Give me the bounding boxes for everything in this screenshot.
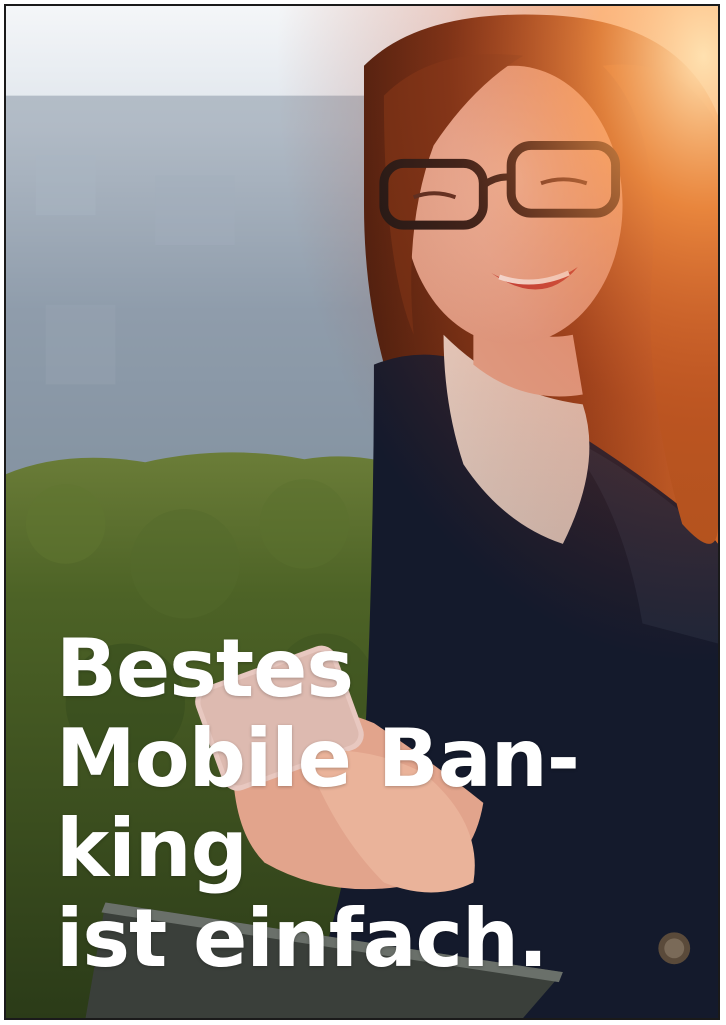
- ad-frame: Bestes Mobile Ban- king ist einfach.: [4, 4, 720, 1020]
- headline-line-3: king: [56, 802, 248, 895]
- headline-line-4: ist einfach.: [56, 892, 548, 985]
- headline: Bestes Mobile Ban- king ist einfach.: [56, 624, 676, 984]
- headline-line-2: Mobile Ban-: [56, 712, 580, 805]
- headline-line-1: Bestes: [56, 622, 354, 715]
